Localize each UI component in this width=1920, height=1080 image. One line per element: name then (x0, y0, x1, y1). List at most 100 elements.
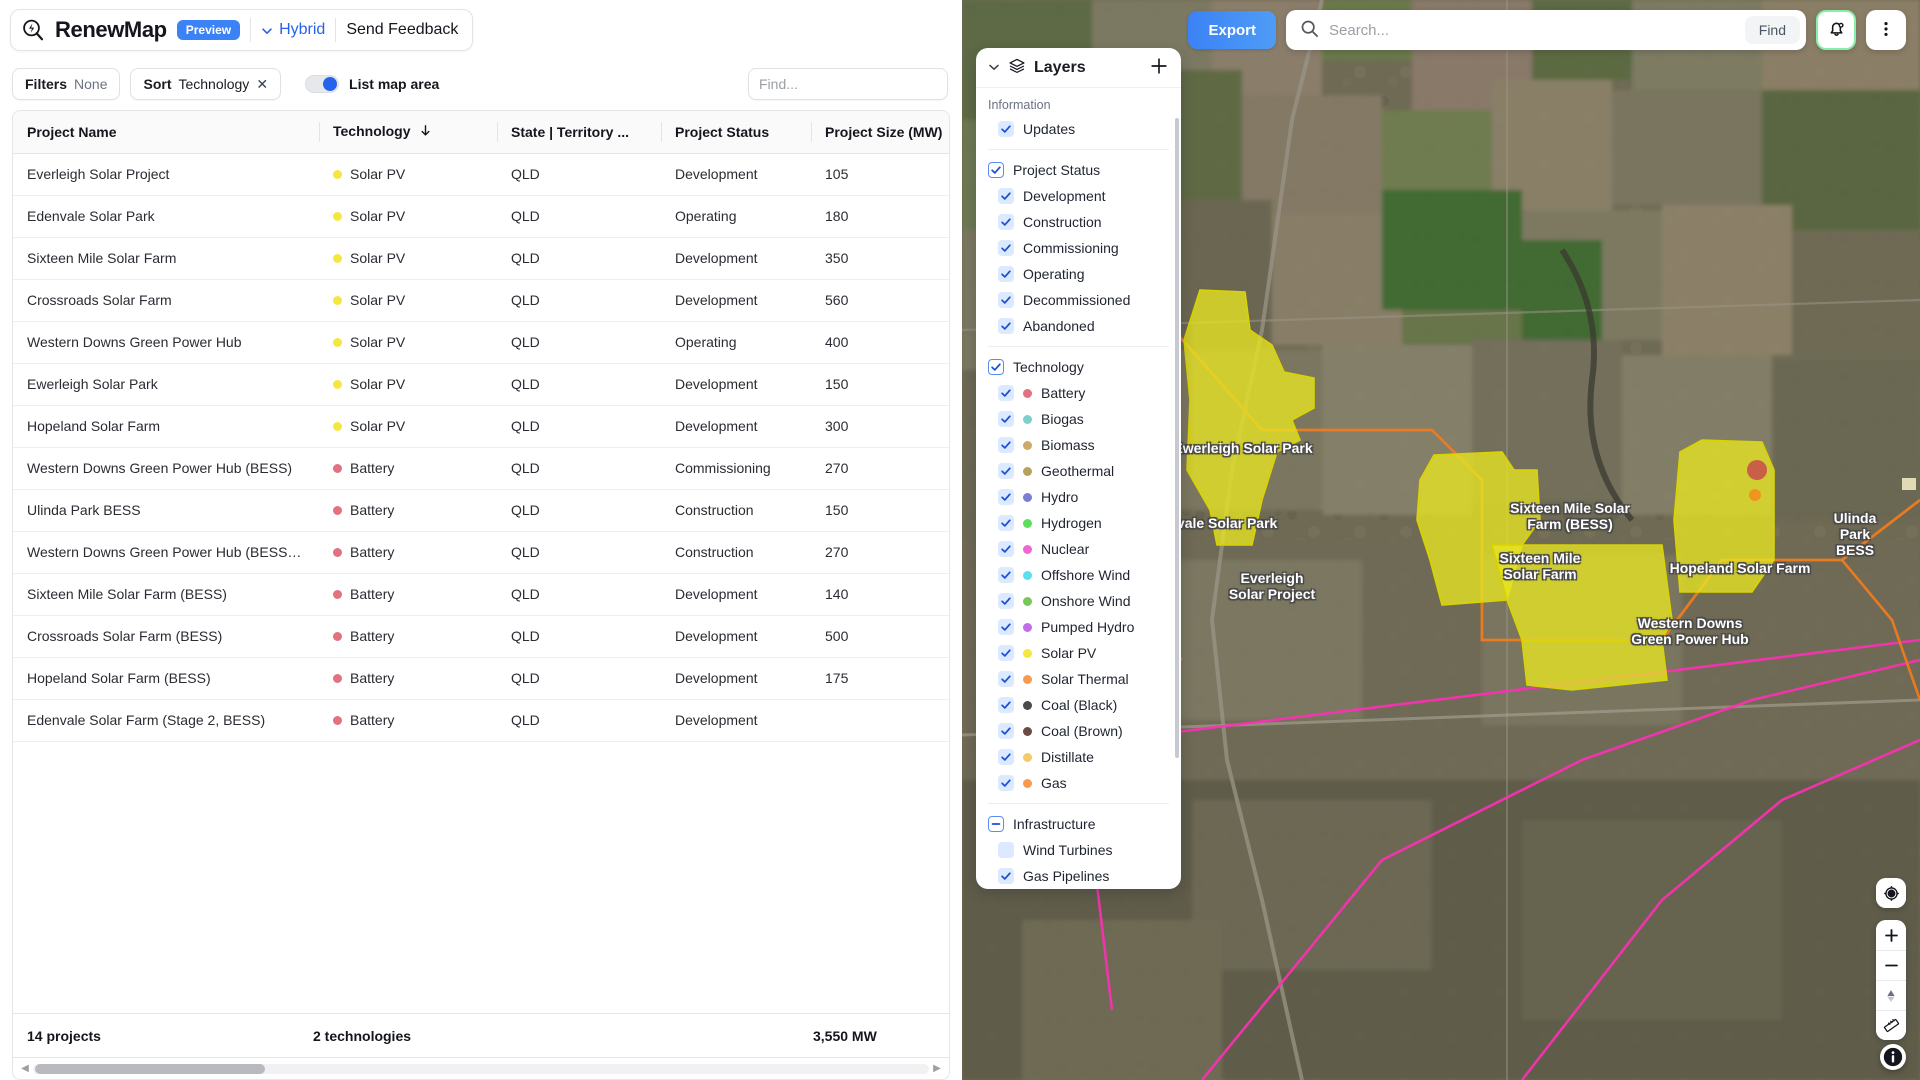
scrollbar-track[interactable] (33, 1063, 929, 1074)
layer-item-pumped-hydro[interactable]: Pumped Hydro (976, 614, 1181, 640)
zoom-in-icon[interactable] (1876, 920, 1906, 950)
checkbox-icon[interactable] (988, 162, 1004, 178)
basemap-style-selector[interactable]: Hybrid (261, 21, 325, 39)
layer-item-hydro[interactable]: Hydro (976, 484, 1181, 510)
layer-item-coal-black[interactable]: Coal (Black) (976, 692, 1181, 718)
checkbox-icon[interactable] (998, 842, 1014, 858)
column-header-technology[interactable]: Technology (319, 111, 497, 154)
checkbox-icon[interactable] (998, 775, 1014, 791)
checkbox-icon[interactable] (998, 567, 1014, 583)
layer-item-decommissioned[interactable]: Decommissioned (976, 287, 1181, 313)
layer-item-onshore-wind[interactable]: Onshore Wind (976, 588, 1181, 614)
table-row[interactable]: Western Downs Green Power Hub Solar PV QLD… (13, 321, 949, 364)
table-row[interactable]: Western Downs Green Power Hub (BESS) ...… (13, 531, 949, 574)
find-button[interactable]: Find (1744, 16, 1800, 44)
checkbox-icon[interactable] (998, 541, 1014, 557)
checkbox-icon[interactable] (998, 411, 1014, 427)
layer-item-updates[interactable]: Updates (976, 116, 1181, 142)
checkbox-icon[interactable] (998, 121, 1014, 137)
column-header-project-status[interactable]: Project Status (661, 111, 811, 154)
map-info-control[interactable] (1880, 1044, 1906, 1070)
column-header-project-name[interactable]: Project Name (13, 111, 319, 154)
checkbox-icon[interactable] (998, 214, 1014, 230)
scroll-left-icon[interactable]: ◀ (17, 1063, 33, 1074)
checkbox-icon[interactable] (998, 593, 1014, 609)
map-search-input[interactable]: Search... (1329, 22, 1735, 39)
column-header-project-size-mw[interactable]: Project Size (MW) (811, 111, 949, 154)
checkbox-icon[interactable] (998, 697, 1014, 713)
find-input[interactable]: Find... (748, 68, 948, 100)
checkbox-icon[interactable] (988, 359, 1004, 375)
layer-item-abandoned[interactable]: Abandoned (976, 313, 1181, 339)
send-feedback-button[interactable]: Send Feedback (346, 21, 458, 39)
checkbox-icon[interactable] (998, 266, 1014, 282)
table-row[interactable]: Sixteen Mile Solar Farm Solar PV QLD Develo… (13, 237, 949, 280)
layer-item-biomass[interactable]: Biomass (976, 432, 1181, 458)
compass-icon[interactable] (1876, 980, 1906, 1010)
layers-group-toggle-technology[interactable]: Technology (976, 354, 1181, 380)
sort-button[interactable]: Sort Technology ✕ (130, 68, 282, 100)
table-row[interactable]: Ewerleigh Solar Park Solar PV QLD Developme… (13, 363, 949, 406)
checkbox-icon[interactable] (998, 437, 1014, 453)
layer-item-operating[interactable]: Operating (976, 261, 1181, 287)
checkbox-icon[interactable] (998, 240, 1014, 256)
layer-item-geothermal[interactable]: Geothermal (976, 458, 1181, 484)
layers-panel[interactable]: Layers Information Updates Project Status D… (976, 48, 1181, 889)
table-row[interactable]: Crossroads Solar Farm (BESS) Battery QLD De… (13, 615, 949, 658)
layer-item-development[interactable]: Development (976, 183, 1181, 209)
layers-group-toggle-infrastructure[interactable]: Infrastructure (976, 811, 1181, 837)
layers-panel-scrollbar[interactable] (1175, 118, 1179, 758)
table-row[interactable]: Hopeland Solar Farm Solar PV QLD Developmen… (13, 405, 949, 448)
table-row[interactable]: Hopeland Solar Farm (BESS) Battery QLD Deve… (13, 657, 949, 700)
scrollbar-thumb[interactable] (35, 1063, 265, 1074)
layer-item-gas-pipelines[interactable]: Gas Pipelines (976, 863, 1181, 889)
layer-item-battery[interactable]: Battery (976, 380, 1181, 406)
checkbox-icon[interactable] (998, 671, 1014, 687)
scroll-right-icon[interactable]: ▶ (929, 1063, 945, 1074)
layer-item-commissioning[interactable]: Commissioning (976, 235, 1181, 261)
filters-button[interactable]: Filters None (12, 68, 121, 100)
layers-group-toggle-project-status[interactable]: Project Status (976, 157, 1181, 183)
map-zoom-controls[interactable] (1876, 920, 1906, 1040)
layer-item-wind-turbines[interactable]: Wind Turbines (976, 837, 1181, 863)
chevron-down-icon[interactable] (988, 60, 1000, 76)
list-map-area-toggle[interactable]: List map area (305, 75, 439, 93)
layer-item-coal-brown[interactable]: Coal (Brown) (976, 718, 1181, 744)
table-row[interactable]: Ulinda Park BESS Battery QLD Construction 15… (13, 489, 949, 532)
checkbox-icon[interactable] (998, 723, 1014, 739)
table-row[interactable]: Edenvale Solar Farm (Stage 2, BESS) Batte… (13, 699, 949, 742)
map-locate-control[interactable] (1876, 878, 1906, 908)
checkbox-icon[interactable] (998, 515, 1014, 531)
measure-ruler-icon[interactable] (1876, 1010, 1906, 1040)
checkbox-icon[interactable] (998, 385, 1014, 401)
map-panel[interactable]: Export Search... Find Layers Information… (962, 0, 1920, 1080)
layer-item-hydrogen[interactable]: Hydrogen (976, 510, 1181, 536)
column-header-state-territory[interactable]: State | Territory ... (497, 111, 661, 154)
checkbox-icon[interactable] (998, 489, 1014, 505)
checkbox-icon[interactable] (998, 645, 1014, 661)
checkbox-icon[interactable] (988, 816, 1004, 832)
checkbox-icon[interactable] (998, 749, 1014, 765)
table-row[interactable]: Sixteen Mile Solar Farm (BESS) Battery QLD… (13, 573, 949, 616)
export-button[interactable]: Export (1188, 11, 1276, 49)
layer-item-construction[interactable]: Construction (976, 209, 1181, 235)
layer-item-offshore-wind[interactable]: Offshore Wind (976, 562, 1181, 588)
table-row[interactable]: Edenvale Solar Park Solar PV QLD Operating 1… (13, 195, 949, 238)
layer-item-distillate[interactable]: Distillate (976, 744, 1181, 770)
more-options-button[interactable] (1866, 10, 1906, 50)
checkbox-icon[interactable] (998, 619, 1014, 635)
checkbox-icon[interactable] (998, 463, 1014, 479)
checkbox-icon[interactable] (998, 318, 1014, 334)
layer-item-nuclear[interactable]: Nuclear (976, 536, 1181, 562)
map-search-box[interactable]: Search... Find (1286, 10, 1806, 50)
layer-item-biogas[interactable]: Biogas (976, 406, 1181, 432)
layer-item-solar-thermal[interactable]: Solar Thermal (976, 666, 1181, 692)
table-horizontal-scrollbar[interactable]: ◀ ▶ (12, 1058, 950, 1080)
layers-list[interactable]: Information Updates Project Status Developm… (976, 88, 1181, 889)
checkbox-icon[interactable] (998, 292, 1014, 308)
layer-item-gas[interactable]: Gas (976, 770, 1181, 796)
clear-sort-icon[interactable]: ✕ (256, 77, 268, 91)
table-row[interactable]: Western Downs Green Power Hub (BESS) Batt… (13, 447, 949, 490)
layer-item-solar-pv[interactable]: Solar PV (976, 640, 1181, 666)
info-icon[interactable] (1880, 1044, 1906, 1070)
